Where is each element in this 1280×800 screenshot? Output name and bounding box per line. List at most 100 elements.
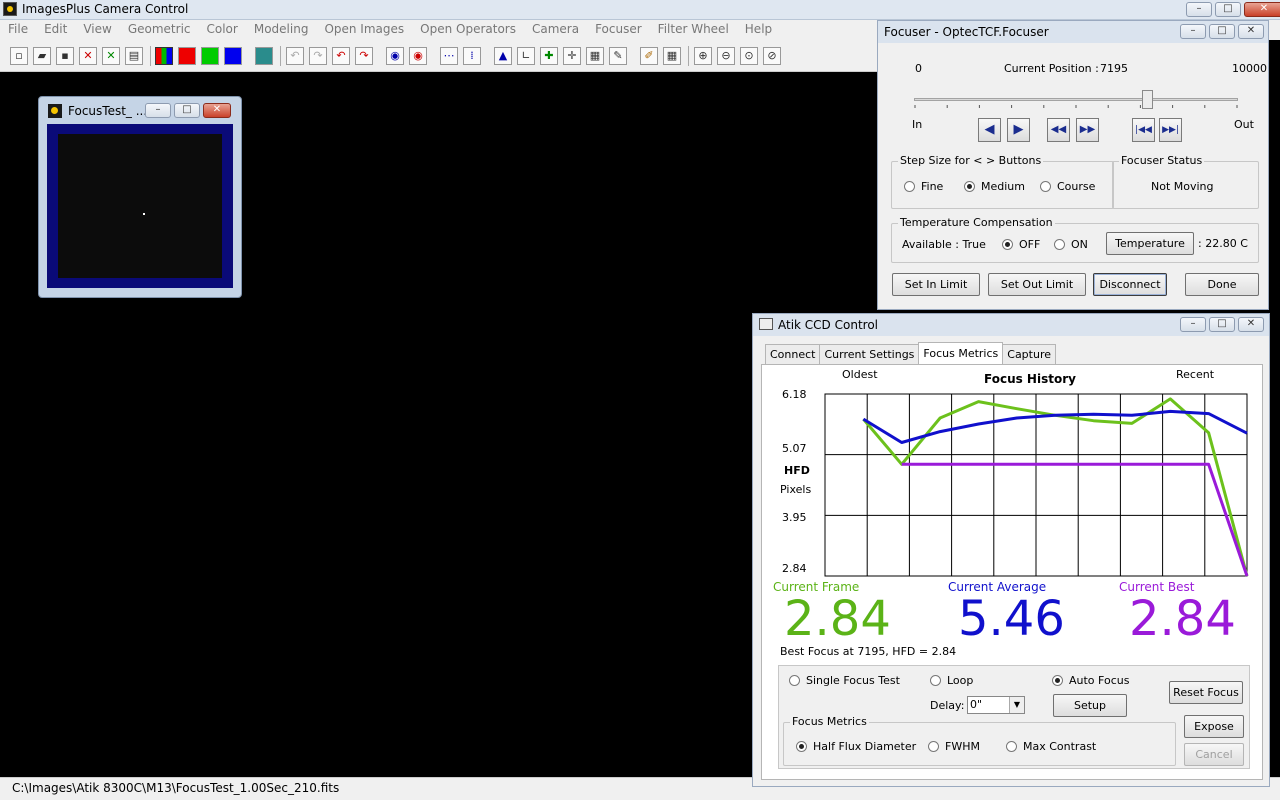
position-slider-track[interactable]	[914, 98, 1238, 101]
image-close-button[interactable]: ✕	[203, 103, 231, 118]
menu-open-images[interactable]: Open Images	[316, 20, 412, 40]
fast-in-button[interactable]: ◀◀	[1047, 118, 1070, 142]
chevron-down-icon[interactable]: ▼	[1009, 697, 1024, 713]
temp-on-radio[interactable]: ON	[1054, 238, 1088, 251]
chart-y-tick-label: 6.18	[782, 388, 807, 401]
focuser-minimize-button[interactable]: –	[1180, 24, 1206, 39]
done-button[interactable]: Done	[1185, 273, 1259, 296]
step-in-button[interactable]: ◀	[978, 118, 1001, 142]
rgb-channel-icon[interactable]	[155, 47, 173, 65]
marker-red-icon[interactable]: ◉	[409, 47, 427, 65]
focuser-close-button[interactable]: ✕	[1238, 24, 1264, 39]
delay-select[interactable]: 0" ▼	[967, 696, 1025, 714]
fast-out-button[interactable]: ▶▶	[1076, 118, 1099, 142]
undo-icon[interactable]: ↶	[332, 47, 350, 65]
single-focus-test-label: Single Focus Test	[806, 674, 900, 687]
minimize-button[interactable]: –	[1186, 2, 1212, 17]
menu-geometric[interactable]: Geometric	[120, 20, 199, 40]
radio-dot	[1040, 181, 1051, 192]
image-window[interactable]: FocusTest_ ... – □ ✕	[38, 96, 242, 298]
redo-icon[interactable]: ↷	[355, 47, 373, 65]
add-icon[interactable]: ✚	[540, 47, 558, 65]
image-maximize-button[interactable]: □	[174, 103, 200, 118]
image-canvas[interactable]	[58, 134, 222, 278]
zoom-out-icon[interactable]: ⊖	[717, 47, 735, 65]
tools-icon[interactable]: ✎	[609, 47, 627, 65]
menu-file[interactable]: File	[0, 20, 36, 40]
zoom-actual-icon[interactable]: ⊘	[763, 47, 781, 65]
atik-minimize-button[interactable]: –	[1180, 317, 1206, 332]
app-icon	[3, 2, 17, 16]
disconnect-button[interactable]: Disconnect	[1093, 273, 1167, 296]
focus-control-panel: Single Focus Test Loop Auto Focus Delay:…	[778, 665, 1250, 769]
plot-icon[interactable]: ⁞	[463, 47, 481, 65]
maximize-button[interactable]: □	[1215, 2, 1241, 17]
calculator-icon[interactable]: ▦	[586, 47, 604, 65]
blue-channel-icon[interactable]	[224, 47, 242, 65]
loop-radio[interactable]: Loop	[930, 674, 973, 687]
menu-help[interactable]: Help	[737, 20, 780, 40]
tab-capture[interactable]: Capture	[1002, 344, 1057, 364]
dots-icon[interactable]: ⋯	[440, 47, 458, 65]
set-in-limit-button[interactable]: Set In Limit	[892, 273, 980, 296]
new-file-icon[interactable]: ▫	[10, 47, 28, 65]
histogram-icon[interactable]: ▲	[494, 47, 512, 65]
crosshair-icon[interactable]: ✛	[563, 47, 581, 65]
hfd-radio[interactable]: Half Flux Diameter	[796, 740, 916, 753]
print-icon[interactable]: ▤	[125, 47, 143, 65]
atik-close-button[interactable]: ✕	[1238, 317, 1264, 332]
setup-button[interactable]: Setup	[1053, 694, 1127, 717]
reset-focus-button[interactable]: Reset Focus	[1169, 681, 1243, 704]
grid-icon[interactable]: ▦	[663, 47, 681, 65]
menu-camera[interactable]: Camera	[524, 20, 587, 40]
undo-disabled-icon[interactable]: ↶	[286, 47, 304, 65]
zoom-fit-icon[interactable]: ⊙	[740, 47, 758, 65]
atik-title-bar: Atik CCD Control – □ ✕	[753, 314, 1269, 336]
max-contrast-radio[interactable]: Max Contrast	[1006, 740, 1096, 753]
tab-connect[interactable]: Connect	[765, 344, 821, 364]
close-button[interactable]: ✕	[1244, 2, 1280, 17]
image-window-title: FocusTest_ ...	[68, 104, 148, 118]
menu-modeling[interactable]: Modeling	[246, 20, 317, 40]
pencil-icon[interactable]: ✐	[640, 47, 658, 65]
save-icon[interactable]: ▪	[56, 47, 74, 65]
menu-view[interactable]: View	[75, 20, 119, 40]
focuser-maximize-button[interactable]: □	[1209, 24, 1235, 39]
full-in-button[interactable]: |◀◀	[1132, 118, 1155, 142]
cancel-button[interactable]: Cancel	[1184, 743, 1244, 766]
menu-open-operators[interactable]: Open Operators	[412, 20, 524, 40]
auto-focus-radio[interactable]: Auto Focus	[1052, 674, 1129, 687]
marker-blue-icon[interactable]: ◉	[386, 47, 404, 65]
expose-button[interactable]: Expose	[1184, 715, 1244, 738]
temp-on-label: ON	[1071, 238, 1088, 251]
temperature-button[interactable]: Temperature	[1106, 232, 1194, 255]
single-focus-test-radio[interactable]: Single Focus Test	[789, 674, 900, 687]
menu-color[interactable]: Color	[199, 20, 246, 40]
image-minimize-button[interactable]: –	[145, 103, 171, 118]
step-fine-radio[interactable]: Fine	[904, 180, 943, 193]
loop-label: Loop	[947, 674, 974, 687]
step-course-radio[interactable]: Course	[1040, 180, 1095, 193]
set-out-limit-button[interactable]: Set Out Limit	[988, 273, 1086, 296]
red-channel-icon[interactable]	[178, 47, 196, 65]
zoom-in-icon[interactable]: ⊕	[694, 47, 712, 65]
menu-filter-wheel[interactable]: Filter Wheel	[650, 20, 737, 40]
step-out-button[interactable]: ▶	[1007, 118, 1030, 142]
position-slider-thumb[interactable]	[1142, 90, 1154, 109]
axes-icon[interactable]: ∟	[517, 47, 535, 65]
green-channel-icon[interactable]	[201, 47, 219, 65]
close-all-icon[interactable]: ✕	[102, 47, 120, 65]
atik-maximize-button[interactable]: □	[1209, 317, 1235, 332]
step-medium-radio[interactable]: Medium	[964, 180, 1025, 193]
menu-focuser[interactable]: Focuser	[587, 20, 650, 40]
full-out-button[interactable]: ▶▶|	[1159, 118, 1182, 142]
open-folder-icon[interactable]: ▰	[33, 47, 51, 65]
menu-edit[interactable]: Edit	[36, 20, 75, 40]
tab-current-settings[interactable]: Current Settings	[819, 344, 920, 364]
fwhm-radio[interactable]: FWHM	[928, 740, 980, 753]
redo-disabled-icon[interactable]: ↷	[309, 47, 327, 65]
luminance-icon[interactable]	[255, 47, 273, 65]
tab-focus-metrics[interactable]: Focus Metrics	[918, 342, 1004, 364]
temp-off-radio[interactable]: OFF	[1002, 238, 1040, 251]
close-image-icon[interactable]: ✕	[79, 47, 97, 65]
